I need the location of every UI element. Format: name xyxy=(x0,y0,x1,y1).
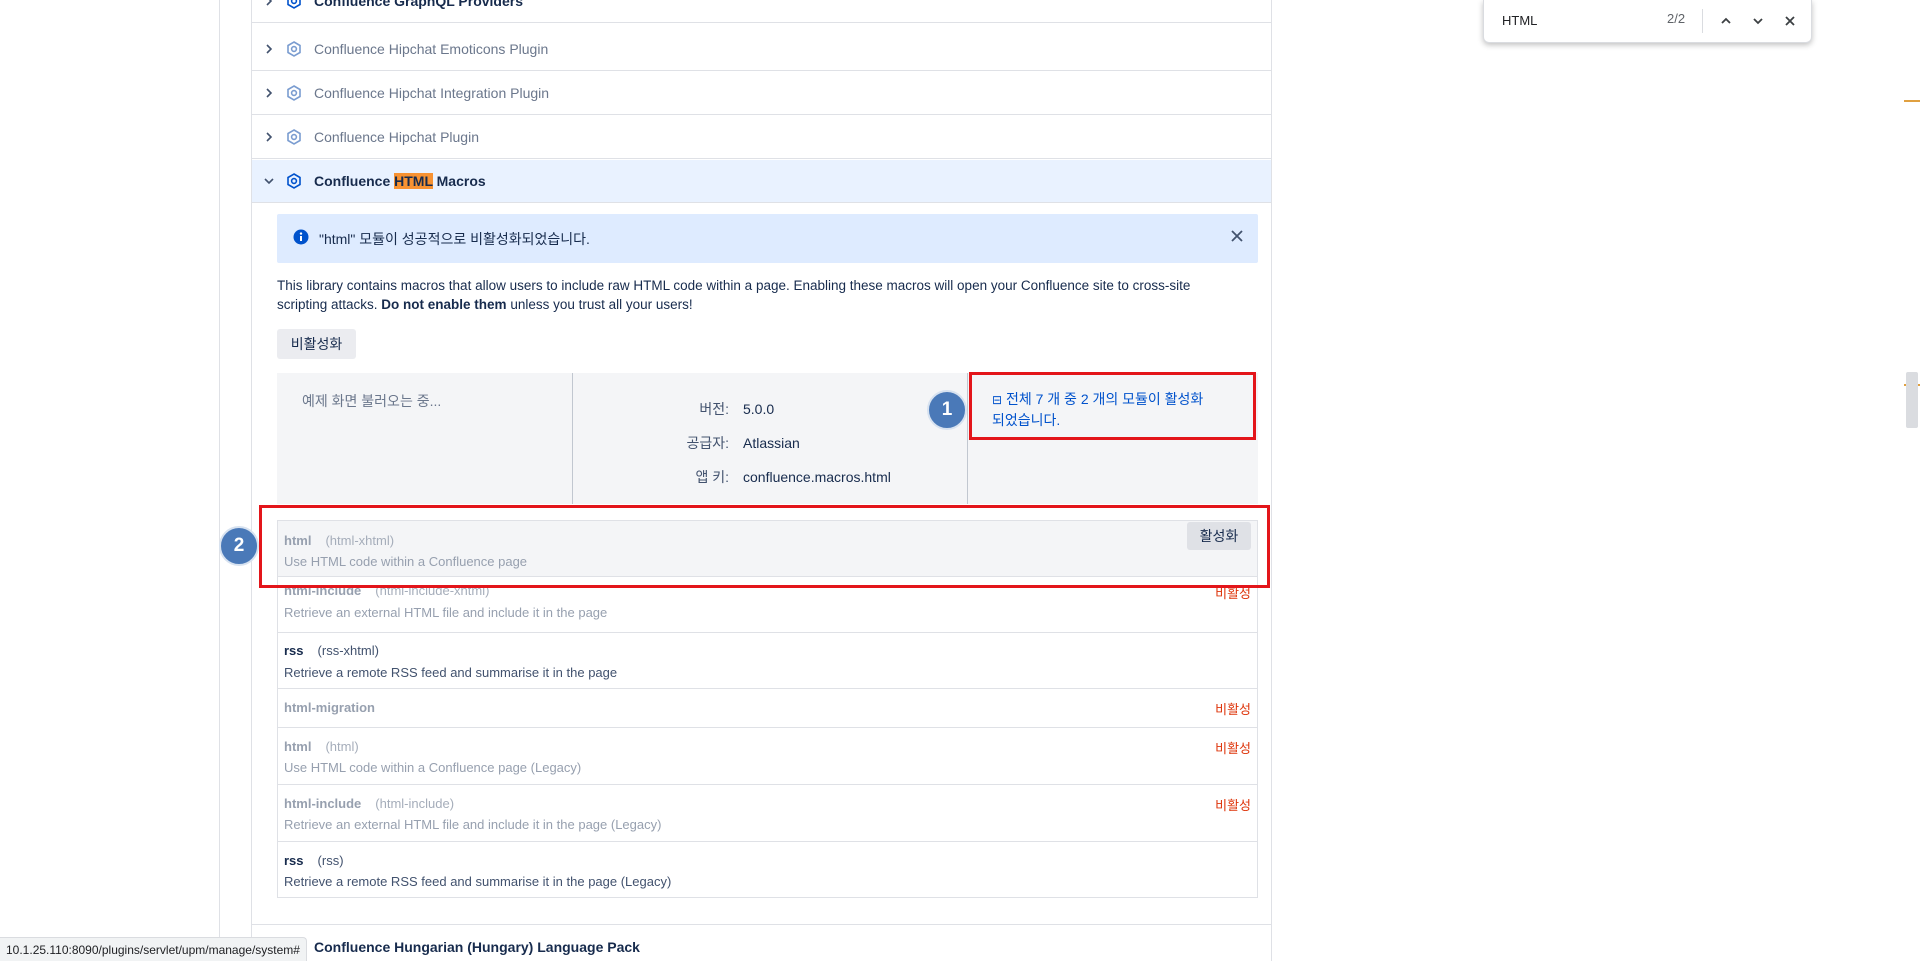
scrollbar-find-marker xyxy=(1904,100,1920,102)
chevron-down-icon[interactable] xyxy=(1746,9,1770,33)
module-desc: Retrieve an external HTML file and inclu… xyxy=(284,817,662,832)
module-row: html-include (html-include) Retrieve an e… xyxy=(278,785,1257,842)
module-name: html-migration xyxy=(284,700,389,715)
plugin-icon xyxy=(284,127,304,147)
appkey-label: 앱 키: xyxy=(695,469,729,485)
appkey-value: confluence.macros.html xyxy=(743,469,891,485)
annotation-badge-2: 2 xyxy=(219,526,259,566)
message-text: "html" 모듈이 성공적으로 비활성화되었습니다. xyxy=(319,230,590,247)
plugin-name: Confluence Hungarian (Hungary) Language … xyxy=(314,938,640,955)
annotation-box-2 xyxy=(259,505,1270,588)
chevron-right-icon[interactable] xyxy=(262,132,276,142)
find-input[interactable] xyxy=(1500,8,1652,32)
module-status: 비활성 xyxy=(1215,702,1251,717)
chevron-right-icon[interactable] xyxy=(262,0,276,6)
description-text: unless you trust all your users! xyxy=(506,297,693,312)
plugin-row-hipchat-integration[interactable]: Confluence Hipchat Integration Plugin xyxy=(252,72,1271,115)
version-label-box: 버전: xyxy=(573,399,729,419)
module-row: rss (rss-xhtml) Retrieve a remote RSS fee… xyxy=(278,633,1257,689)
plugin-name-part: Confluence xyxy=(314,173,395,189)
plugin-icon xyxy=(284,0,304,11)
plugin-name: Confluence HTML Macros xyxy=(314,173,486,189)
module-key: (rss) xyxy=(317,853,344,868)
module-name-text: html-migration xyxy=(284,700,375,715)
module-desc: Retrieve a remote RSS feed and summarise… xyxy=(284,874,672,889)
module-name: html (html) xyxy=(284,739,359,754)
success-message: "html" 모듈이 성공적으로 비활성화되었습니다. xyxy=(277,214,1258,263)
chevron-up-icon[interactable] xyxy=(1714,9,1738,33)
plugin-description: This library contains macros that allow … xyxy=(277,276,1237,314)
module-status: 비활성 xyxy=(1215,798,1251,813)
scrollbar-thumb[interactable] xyxy=(1906,372,1918,428)
module-key: (html-include) xyxy=(375,796,455,811)
module-name: html-include (html-include) xyxy=(284,796,454,811)
plugin-row-html-macros[interactable]: Confluence HTML Macros xyxy=(252,160,1271,203)
info-icon xyxy=(293,229,309,248)
annotation-box-1 xyxy=(969,372,1256,440)
module-key: (rss-xhtml) xyxy=(317,643,379,658)
module-desc: Use HTML code within a Confluence page (… xyxy=(284,760,582,775)
disable-button[interactable]: 비활성화 xyxy=(277,329,356,359)
find-separator xyxy=(1702,9,1703,33)
plugin-icon xyxy=(284,83,304,103)
plugin-name: Confluence GraphQL Providers xyxy=(314,0,524,9)
vendor-label-box: 공급자: xyxy=(573,433,729,453)
description-warning: Do not enable them xyxy=(381,297,507,312)
chevron-down-icon[interactable] xyxy=(262,176,276,186)
appkey-label-box: 앱 키: xyxy=(573,467,729,487)
module-name-text: html-include xyxy=(284,796,362,811)
module-status: 비활성 xyxy=(1215,741,1251,756)
close-icon[interactable] xyxy=(1230,228,1244,246)
plugin-row-hipchat-plugin[interactable]: Confluence Hipchat Plugin xyxy=(252,116,1271,159)
plugin-name: Confluence Hipchat Integration Plugin xyxy=(314,85,550,101)
module-name: rss (rss-xhtml) xyxy=(284,643,379,658)
page-left-border xyxy=(219,0,220,961)
module-row: html (html) Use HTML code within a Conflu… xyxy=(278,728,1257,785)
plugin-details: 버전: 5.0.0 공급자: Atlassian 앱 키: confluence… xyxy=(573,373,967,504)
plugin-icon xyxy=(284,39,304,59)
plugin-row-hungarian-language-pack[interactable]: Confluence Hungarian (Hungary) Language … xyxy=(252,925,1271,968)
plugin-row-hipchat-emoticons[interactable]: Confluence Hipchat Emoticons Plugin xyxy=(252,28,1271,71)
chevron-right-icon[interactable] xyxy=(262,44,276,54)
search-highlight: HTML xyxy=(394,173,433,189)
plugin-list: Confluence GraphQL Providers Confluence … xyxy=(251,0,1272,961)
module-row: html-migration 비활성 xyxy=(278,689,1257,728)
module-desc: Retrieve an external HTML file and inclu… xyxy=(284,605,608,620)
plugin-name: Confluence Hipchat Plugin xyxy=(314,129,479,145)
plugin-row-graphql[interactable]: Confluence GraphQL Providers xyxy=(252,0,1271,23)
annotation-badge-1: 1 xyxy=(927,390,967,430)
module-name-text: rss xyxy=(284,853,304,868)
module-name-text: html xyxy=(284,739,312,754)
plugin-icon xyxy=(284,171,304,191)
version-label: 버전: xyxy=(699,401,729,417)
chevron-right-icon[interactable] xyxy=(262,88,276,98)
vendor-value: Atlassian xyxy=(743,435,800,451)
close-icon[interactable] xyxy=(1778,9,1802,33)
module-row: rss (rss) Retrieve a remote RSS feed and … xyxy=(278,842,1257,897)
find-match-count: 2/2 xyxy=(1667,11,1686,26)
module-name: rss (rss) xyxy=(284,853,344,868)
module-key: (html) xyxy=(325,739,359,754)
plugin-name-part: Macros xyxy=(432,173,486,189)
vendor-label: 공급자: xyxy=(686,435,729,451)
module-name-text: rss xyxy=(284,643,304,658)
version-value: 5.0.0 xyxy=(743,401,775,417)
plugin-name: Confluence Hipchat Emoticons Plugin xyxy=(314,41,549,57)
screenshot-loading-text: 예제 화면 불러오는 중... xyxy=(302,393,442,409)
module-desc: Retrieve a remote RSS feed and summarise… xyxy=(284,665,618,680)
browser-find-bar: 2/2 xyxy=(1483,0,1812,43)
status-url-bar: 10.1.25.110:8090/plugins/servlet/upm/man… xyxy=(0,937,307,961)
